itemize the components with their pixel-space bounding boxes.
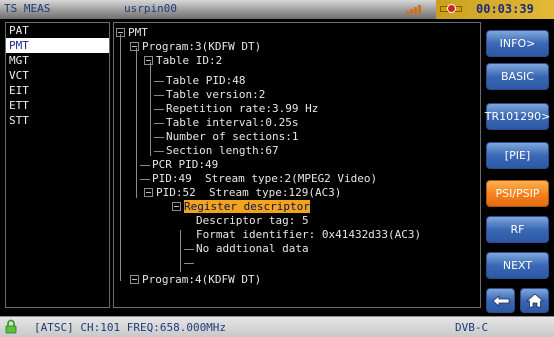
tree-connector xyxy=(154,95,164,96)
file-name: usrpin00 xyxy=(124,2,177,15)
table-list-item-pmt[interactable]: PMT xyxy=(6,38,109,53)
collapse-icon[interactable] xyxy=(116,27,125,37)
clock: 00:03:39 xyxy=(476,2,534,16)
collapse-icon[interactable] xyxy=(130,41,139,51)
home-icon xyxy=(525,293,544,308)
tree-connector xyxy=(154,151,164,152)
tree-connector xyxy=(154,137,164,138)
collapse-icon[interactable] xyxy=(144,187,153,197)
tree-leaf-table-version[interactable]: Table version:2 xyxy=(166,88,265,102)
demod-mode: DVB-C xyxy=(455,321,489,334)
tree-leaf-pid-49[interactable]: PID:49 Stream type:2(MPEG2 Video) xyxy=(152,172,377,186)
pmt-tree[interactable]: PMT Program:3(KDFW DT) Table ID:2 Table … xyxy=(113,22,481,308)
back-button[interactable] xyxy=(486,288,515,313)
back-arrow-icon xyxy=(491,294,509,307)
next-button[interactable]: NEXT xyxy=(486,252,549,279)
rf-button[interactable]: RF xyxy=(486,216,549,243)
pie-button[interactable]: [PIE] xyxy=(486,142,549,169)
tree-connector xyxy=(120,34,121,281)
table-list-item-pat[interactable]: PAT xyxy=(6,23,109,38)
tree-node-pid-52[interactable]: PID:52 Stream type:129(AC3) xyxy=(144,186,341,200)
tree-connector xyxy=(154,81,164,82)
tree-leaf-format-identifier[interactable]: Format identifier: 0x41432d33(AC3) xyxy=(196,228,421,242)
collapse-icon[interactable] xyxy=(172,201,181,211)
signal-strength-icon xyxy=(406,5,421,14)
tree-node-register-descriptor[interactable]: Register descriptor xyxy=(172,200,310,214)
tree-connector xyxy=(140,165,150,166)
basic-button[interactable]: BASIC xyxy=(486,63,549,90)
meas-screen: TS MEAS usrpin00 00:03:39 PAT PMT MGT VC… xyxy=(0,0,554,337)
tr101290-button[interactable]: TR101290> xyxy=(485,103,550,130)
table-list-item-mgt[interactable]: MGT xyxy=(6,53,109,68)
tree-connector xyxy=(136,48,137,198)
collapse-icon[interactable] xyxy=(144,55,153,65)
table-list-item-ett[interactable]: ETT xyxy=(6,98,109,113)
selected-tree-item: Register descriptor xyxy=(184,200,310,213)
tree-connector xyxy=(184,263,194,264)
home-button[interactable] xyxy=(520,288,549,313)
app-title: TS MEAS xyxy=(4,2,51,15)
expand-icon[interactable] xyxy=(130,274,139,284)
status-bar: [ATSC] CH:101 FREQ:658.000MHz DVB-C xyxy=(0,316,554,337)
psi-psip-button[interactable]: PSI/PSIP xyxy=(486,180,549,207)
info-button[interactable]: INFO> xyxy=(486,30,549,57)
tree-connector xyxy=(184,249,194,250)
record-icon xyxy=(440,3,462,15)
tree-connector xyxy=(140,179,150,180)
tree-leaf-table-pid[interactable]: Table PID:48 xyxy=(166,74,245,88)
table-list[interactable]: PAT PMT MGT VCT EIT ETT STT xyxy=(5,22,110,308)
tree-leaf-table-interval[interactable]: Table interval:0.25s xyxy=(166,116,298,130)
table-list-item-stt[interactable]: STT xyxy=(6,113,109,128)
tree-node-program-4[interactable]: Program:4(KDFW DT) xyxy=(130,273,261,287)
tree-connector xyxy=(150,62,151,156)
tree-leaf-no-additional-data[interactable]: No addtional data xyxy=(196,242,309,256)
table-list-item-eit[interactable]: EIT xyxy=(6,83,109,98)
table-list-item-vct[interactable]: VCT xyxy=(6,68,109,83)
tree-connector xyxy=(154,109,164,110)
title-bar: TS MEAS usrpin00 00:03:39 xyxy=(0,0,554,19)
tree-leaf-pcr-pid[interactable]: PCR PID:49 xyxy=(152,158,218,172)
tree-node-pmt[interactable]: PMT xyxy=(116,26,148,40)
tree-node-table-id[interactable]: Table ID:2 xyxy=(144,54,222,68)
tree-leaf-section-length[interactable]: Section length:67 xyxy=(166,144,279,158)
channel-info: [ATSC] CH:101 FREQ:658.000MHz xyxy=(34,321,227,334)
lock-icon xyxy=(5,319,17,334)
tree-connector xyxy=(180,230,181,272)
tree-leaf-repetition-rate[interactable]: Repetition rate:3.99 Hz xyxy=(166,102,318,116)
tree-leaf-descriptor-tag[interactable]: Descriptor tag: 5 xyxy=(196,214,309,228)
tree-node-program-3[interactable]: Program:3(KDFW DT) xyxy=(130,40,261,54)
tree-connector xyxy=(154,123,164,124)
tree-leaf-number-of-sections[interactable]: Number of sections:1 xyxy=(166,130,298,144)
